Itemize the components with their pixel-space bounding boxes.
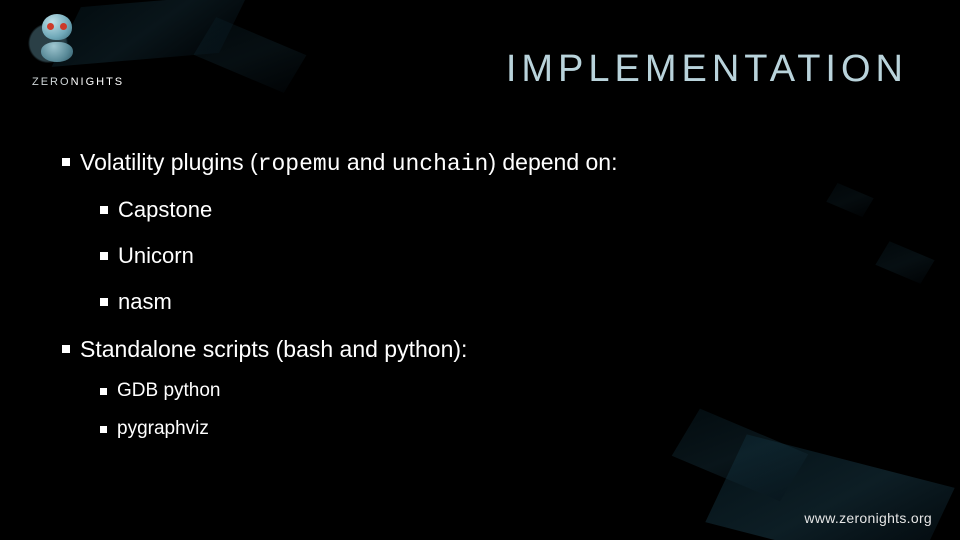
bullet-icon xyxy=(100,206,108,214)
bullet-icon xyxy=(100,426,107,433)
bullet-icon xyxy=(62,345,70,353)
mascot-icon xyxy=(36,14,78,66)
list-item: nasm xyxy=(100,289,900,315)
list-item-text: pygraphviz xyxy=(117,418,209,440)
code-unchain: unchain xyxy=(392,151,489,177)
bullet-icon xyxy=(100,298,108,306)
list-item: Standalone scripts (bash and python): xyxy=(62,335,900,364)
code-ropemu: ropemu xyxy=(258,151,341,177)
content-area: Volatility plugins (ropemu and unchain) … xyxy=(62,148,900,456)
brand-prefix: ZERO xyxy=(32,76,71,88)
page-title: IMPLEMENTATION xyxy=(506,48,908,91)
bullet-icon xyxy=(100,252,108,260)
list-item-text: Standalone scripts (bash and python): xyxy=(80,335,900,364)
list-item-text: Capstone xyxy=(118,197,212,223)
list-item-text: nasm xyxy=(118,289,172,315)
list-item: pygraphviz xyxy=(100,418,900,440)
footer-url: www.zeronights.org xyxy=(804,510,932,526)
brand-logo-text: ZERONIGHTS xyxy=(32,76,124,88)
bullet-icon xyxy=(62,158,70,166)
bullet-icon xyxy=(100,388,107,395)
sublist: GDB python pygraphviz xyxy=(100,380,900,440)
list-item-text: GDB python xyxy=(117,380,221,402)
list-item: Unicorn xyxy=(100,243,900,269)
list-item: Capstone xyxy=(100,197,900,223)
list-item: GDB python xyxy=(100,380,900,402)
list-item: Volatility plugins (ropemu and unchain) … xyxy=(62,148,900,179)
sublist: Capstone Unicorn nasm xyxy=(100,197,900,315)
list-item-text: Unicorn xyxy=(118,243,194,269)
brand-suffix: NIGHTS xyxy=(71,76,125,88)
list-item-text: Volatility plugins (ropemu and unchain) … xyxy=(80,148,900,179)
